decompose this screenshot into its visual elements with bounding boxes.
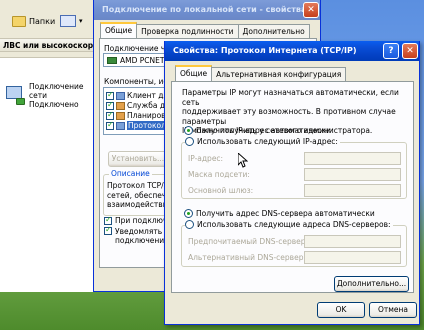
dns-manual-group: Использовать следующие адреса DNS-сервер… xyxy=(181,220,407,267)
ok-button[interactable]: OK xyxy=(317,302,365,318)
install-button[interactable]: Установить... xyxy=(108,151,168,167)
alternate-dns-label: Альтернативный DNS-сервер: xyxy=(188,253,307,262)
tab-general[interactable]: Общие xyxy=(175,65,213,81)
tcpip-properties-window: Свойства: Протокол Интернета (TCP/IP) ? … xyxy=(164,41,420,325)
components-list[interactable]: Клиент для Служба до Планиров Протокол xyxy=(103,87,173,135)
tab-alternate-config[interactable]: Альтернативная конфигурация xyxy=(211,67,347,81)
radio-indicator[interactable] xyxy=(185,137,194,146)
preferred-dns-field[interactable] xyxy=(304,235,401,248)
notify-limited-option[interactable]: Уведомлять подключении xyxy=(104,225,169,245)
dns-manual-radio[interactable]: Использовать следующие адреса DNS-сервер… xyxy=(185,220,393,229)
lan-item-status: Подключено xyxy=(29,100,79,109)
adapter-box: AMD PCNET xyxy=(103,53,173,67)
tcpip-tabs: Общие Альтернативная конфигурация xyxy=(175,65,347,81)
network-connection-icon xyxy=(4,82,26,108)
folder-icon xyxy=(12,16,26,27)
list-item[interactable]: Клиент для xyxy=(106,90,173,100)
description-title: Описание xyxy=(109,169,152,178)
ip-auto-radio[interactable]: Получить IP-адрес автоматически xyxy=(184,126,331,135)
component-checkbox[interactable] xyxy=(106,100,114,110)
adapter-name: AMD PCNET xyxy=(120,55,165,65)
help-icon: ? xyxy=(388,46,394,56)
list-item[interactable]: Служба до xyxy=(106,100,170,110)
tcpip-window-title: Свойства: Протокол Интернета (TCP/IP) xyxy=(173,46,357,55)
tab-general[interactable]: Общие xyxy=(100,22,138,38)
subnet-mask-field[interactable] xyxy=(304,168,401,181)
client-icon xyxy=(116,91,125,100)
gateway-field[interactable] xyxy=(304,184,401,197)
cancel-button[interactable]: Отмена xyxy=(369,302,417,318)
service-icon xyxy=(116,101,125,110)
subnet-mask-label: Маска подсети: xyxy=(188,170,250,179)
advanced-button[interactable]: Дополнительно... xyxy=(334,276,409,292)
notify-icon-option[interactable]: При подключ xyxy=(104,215,167,225)
lan-item-name-line1: Подключение xyxy=(29,82,84,91)
views-icon xyxy=(60,15,76,27)
service-icon xyxy=(116,111,125,120)
lan-item-name-line2: сети xyxy=(29,91,47,100)
tcpip-general-panel: Параметры IP могут назначаться автоматич… xyxy=(171,81,414,293)
gateway-label: Основной шлюз: xyxy=(188,186,254,195)
network-adapter-icon xyxy=(107,56,117,64)
component-checkbox[interactable] xyxy=(106,120,114,130)
description-line: Протокол TCP/IP xyxy=(107,181,171,190)
tab-advanced[interactable]: Дополнительно xyxy=(237,24,310,38)
close-button[interactable]: ✕ xyxy=(303,2,319,18)
mouse-cursor-icon xyxy=(238,153,248,168)
folders-button[interactable]: Папки xyxy=(12,16,55,27)
preferred-dns-label: Предпочитаемый DNS-сервер: xyxy=(188,237,309,246)
intro-line: поддерживает эту возможность. В противно… xyxy=(182,107,396,126)
list-item[interactable]: Планиров xyxy=(106,110,166,120)
lan-connection-item[interactable]: Подключение сети Подключено xyxy=(4,82,84,109)
notify-limited-checkbox[interactable] xyxy=(104,225,112,235)
description-line: взаимодействие xyxy=(107,200,173,209)
tab-authentication[interactable]: Проверка подлинности xyxy=(136,24,239,38)
component-checkbox[interactable] xyxy=(106,90,114,100)
ip-address-field[interactable] xyxy=(304,152,401,165)
ip-manual-radio[interactable]: Использовать следующий IP-адрес: xyxy=(185,137,340,146)
component-checkbox[interactable] xyxy=(106,110,114,120)
notify-checkbox[interactable] xyxy=(104,215,112,225)
tcpip-window-titlebar[interactable]: Свойства: Протокол Интернета (TCP/IP) xyxy=(165,41,419,61)
list-item[interactable]: Протокол xyxy=(106,120,167,130)
chevron-down-icon: ▾ xyxy=(79,17,83,25)
ip-address-label: IP-адрес: xyxy=(188,154,224,163)
lan-window-titlebar[interactable]: Подключение по локальной сети - свойства xyxy=(94,0,320,20)
radio-indicator[interactable] xyxy=(184,209,193,218)
close-button[interactable]: ✕ xyxy=(402,43,418,59)
lan-tabs: Общие Проверка подлинности Дополнительно xyxy=(100,22,310,38)
views-button[interactable]: ▾ xyxy=(60,15,83,27)
dns-auto-radio[interactable]: Получить адрес DNS-сервера автоматически xyxy=(184,209,375,218)
radio-indicator[interactable] xyxy=(185,220,194,229)
close-icon: ✕ xyxy=(406,46,414,56)
radio-indicator[interactable] xyxy=(184,126,193,135)
ip-manual-group: Использовать следующий IP-адрес: IP-адре… xyxy=(181,137,407,199)
intro-line: Параметры IP могут назначаться автоматич… xyxy=(182,88,399,107)
description-line: сетей, обеспече xyxy=(107,190,171,200)
alternate-dns-field[interactable] xyxy=(304,251,401,264)
description-group: Описание Протокол TCP/IP сетей, обеспече… xyxy=(103,169,173,216)
help-button[interactable]: ? xyxy=(383,43,399,59)
protocol-icon xyxy=(116,121,125,130)
lan-window-title: Подключение по локальной сети - свойства xyxy=(102,5,307,14)
close-icon: ✕ xyxy=(307,5,315,15)
